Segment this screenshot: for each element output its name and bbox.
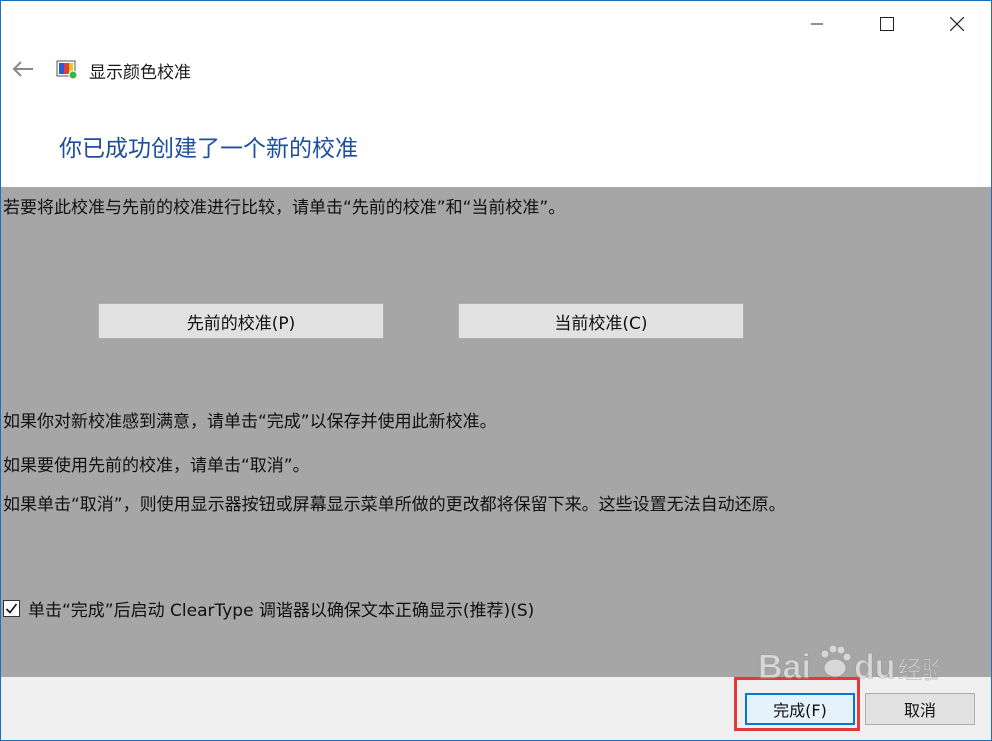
previous-calibration-button[interactable]: 先前的校准(P)	[98, 303, 384, 339]
maximize-button[interactable]	[857, 1, 917, 47]
finish-button[interactable]: 完成(F)	[745, 693, 855, 725]
use-previous-instruction-text: 如果要使用先前的校准，请单击“取消”。	[3, 451, 310, 476]
cancel-button[interactable]: 取消	[865, 693, 975, 725]
checkmark-icon	[5, 602, 18, 615]
cleartype-checkbox[interactable]	[3, 600, 20, 617]
close-icon	[950, 17, 964, 31]
compare-instruction-text: 若要将此校准与先前的校准进行比较，请单击“先前的校准”和“当前校准”。	[3, 193, 565, 218]
minimize-button[interactable]	[787, 1, 847, 47]
footer-bar: 完成(F) 取消	[1, 677, 991, 740]
back-button[interactable]	[7, 55, 39, 83]
color-calibration-icon	[56, 58, 78, 80]
color-calibration-window: 显示颜色校准 你已成功创建了一个新的校准 若要将此校准与先前的校准进行比较，请单…	[0, 0, 992, 741]
window-title: 显示颜色校准	[89, 58, 191, 83]
cleartype-checkbox-row[interactable]: 单击“完成”后启动 ClearType 调谐器以确保文本正确显示(推荐)(S)	[3, 597, 534, 619]
satisfied-instruction-text: 如果你对新校准感到满意，请单击“完成”以保存并使用此新校准。	[3, 407, 497, 432]
page-heading: 你已成功创建了一个新的校准	[59, 129, 358, 163]
navigation-header: 显示颜色校准	[1, 49, 991, 89]
cancel-note-text: 如果单击“取消”，则使用显示器按钮或屏幕显示菜单所做的更改都将保留下来。这些设置…	[3, 490, 786, 515]
maximize-icon	[880, 17, 894, 31]
content-panel: 若要将此校准与先前的校准进行比较，请单击“先前的校准”和“当前校准”。 先前的校…	[1, 187, 991, 677]
close-button[interactable]	[927, 1, 987, 47]
current-calibration-button[interactable]: 当前校准(C)	[458, 303, 744, 339]
back-arrow-icon	[12, 61, 34, 77]
minimize-icon	[811, 18, 823, 30]
cleartype-checkbox-label: 单击“完成”后启动 ClearType 调谐器以确保文本正确显示(推荐)(S)	[28, 596, 534, 621]
title-bar	[1, 1, 991, 47]
